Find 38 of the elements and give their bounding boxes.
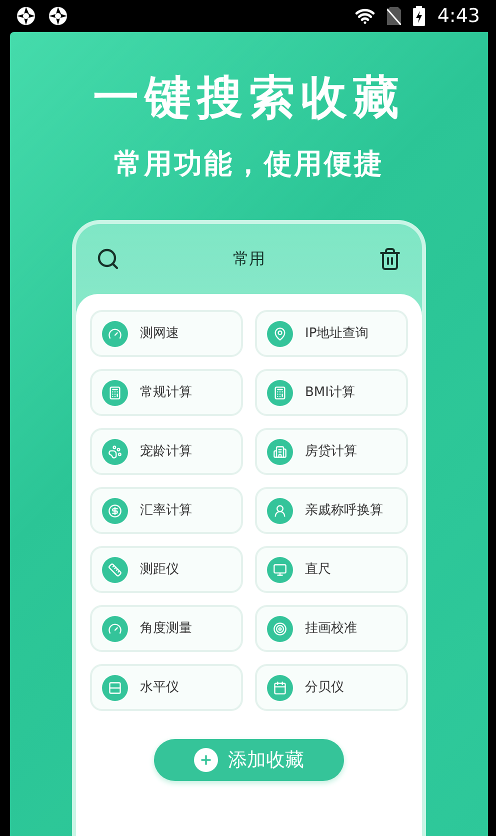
tool-tile[interactable]: 常规计算 <box>90 369 243 416</box>
ruler-icon <box>108 562 122 576</box>
tool-tile[interactable]: 水平仪 <box>90 664 243 711</box>
map-pin-icon <box>273 326 287 340</box>
coin-icon <box>108 504 122 518</box>
tool-tile[interactable]: 挂画校准 <box>255 605 408 652</box>
tool-tile[interactable]: 角度测量 <box>90 605 243 652</box>
tool-tile[interactable]: 测网速 <box>90 310 243 357</box>
calculator-icon <box>273 386 287 400</box>
rows-icon <box>108 680 122 694</box>
tool-tile[interactable]: 分贝仪 <box>255 664 408 711</box>
tool-tile[interactable]: 宠龄计算 <box>90 428 243 475</box>
tool-tile[interactable]: BMI计算 <box>255 369 408 416</box>
tool-tile[interactable]: 亲戚称呼换算 <box>255 487 408 534</box>
paw-icon <box>108 444 122 458</box>
tool-tile[interactable]: 测距仪 <box>90 546 243 593</box>
clock-time: 4:43 <box>437 4 480 29</box>
plus-icon <box>199 753 213 767</box>
monitor-icon <box>273 562 287 576</box>
person-icon <box>273 504 287 518</box>
building-icon <box>273 444 287 458</box>
wifi-icon <box>355 6 376 26</box>
tool-tile[interactable]: 汇率计算 <box>90 487 243 534</box>
tool-tile[interactable]: 房贷计算 <box>255 428 408 475</box>
page-title: 常用 <box>232 248 266 270</box>
trash-icon[interactable] <box>378 247 402 271</box>
headline: 一键搜索收藏 <box>93 74 405 120</box>
target-icon <box>273 622 287 636</box>
gauge-icon <box>108 326 122 340</box>
no-sim-icon <box>387 7 402 25</box>
arc-icon <box>108 622 122 636</box>
tool-tile[interactable]: 直尺 <box>255 546 408 593</box>
subheadline: 常用功能，使用便捷 <box>114 150 384 178</box>
calendar-icon <box>273 680 287 694</box>
battery-charging-icon <box>413 6 426 26</box>
tool-tile[interactable]: IP地址查询 <box>255 310 408 357</box>
search-icon[interactable] <box>96 247 120 271</box>
calculator-icon <box>108 386 122 400</box>
